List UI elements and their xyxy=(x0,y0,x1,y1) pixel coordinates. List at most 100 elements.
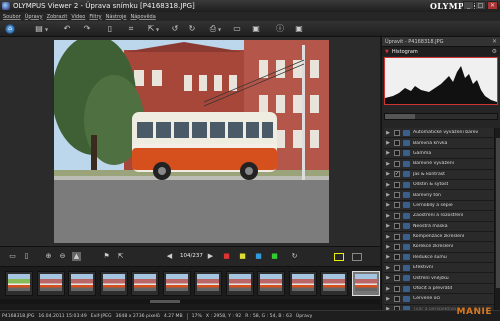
tools-scrollbar[interactable] xyxy=(494,128,500,310)
filmstrip-thumbnail[interactable] xyxy=(68,271,96,296)
filmstrip-thumbnail[interactable] xyxy=(36,271,65,296)
tool-checkbox[interactable]: ✓ xyxy=(394,171,400,178)
tool-row[interactable]: ▶ Otočit a převrátit xyxy=(384,283,494,295)
prev-image-button[interactable]: ◀ xyxy=(165,252,174,261)
histogram-header[interactable]: ▼ Histogram ⚙ xyxy=(382,47,500,56)
filmstrip-thumbnail[interactable] xyxy=(99,271,128,296)
filmstrip-thumbnail[interactable] xyxy=(162,271,191,296)
expand-icon[interactable]: ▶ xyxy=(384,254,392,260)
maximize-button[interactable]: □ xyxy=(475,1,486,10)
blue-label-icon[interactable]: ■ xyxy=(254,252,263,261)
filmstrip-scrollbar[interactable] xyxy=(0,299,380,304)
expand-icon[interactable]: ▶ xyxy=(384,244,392,250)
transform-icon[interactable]: ⇱ xyxy=(146,24,156,34)
undo-icon[interactable]: ↶ xyxy=(62,24,72,34)
expand-icon[interactable]: ▶ xyxy=(384,150,392,156)
menu-tools[interactable]: Nástroje xyxy=(106,14,127,20)
tool-row[interactable]: ▶ ✓ Jas & kontrast xyxy=(384,169,494,180)
expand-icon[interactable]: ▶ xyxy=(384,286,392,292)
print-icon[interactable]: ⎙ xyxy=(208,24,218,34)
tool-checkbox[interactable] xyxy=(394,295,400,302)
expand-icon[interactable]: ▶ xyxy=(384,161,392,167)
expand-icon[interactable]: ▶ xyxy=(384,140,392,146)
flag-icon[interactable]: ⚑ xyxy=(102,252,111,261)
tool-checkbox[interactable] xyxy=(394,223,400,230)
transform-dropdown-icon[interactable]: ▼ xyxy=(156,27,159,32)
tool-checkbox[interactable] xyxy=(394,181,400,188)
panel-close-icon[interactable]: ✕ xyxy=(492,38,497,45)
tool-row[interactable]: ▶ Černobílý a sépie xyxy=(384,200,494,212)
tool-row[interactable]: ▶ Korekce zkreslení xyxy=(384,242,494,253)
tool-checkbox[interactable] xyxy=(394,192,400,199)
tool-checkbox[interactable] xyxy=(394,285,400,292)
histogram-settings-icon[interactable]: ⚙ xyxy=(492,48,497,55)
filmstrip-thumbnail[interactable] xyxy=(257,271,285,296)
tool-checkbox[interactable] xyxy=(394,264,400,271)
filmstrip-thumbnail[interactable] xyxy=(288,271,317,296)
tool-checkbox[interactable] xyxy=(394,150,400,157)
menu-help[interactable]: Nápověda xyxy=(130,14,155,20)
filmstrip-thumbnail[interactable] xyxy=(194,271,222,296)
green-label-icon[interactable]: ■ xyxy=(270,252,279,261)
tool-row[interactable]: ▶ Gamma xyxy=(384,148,494,160)
page-icon[interactable]: ▯ xyxy=(105,24,115,34)
tool-row[interactable]: ▶ Zaostření a rozostření xyxy=(384,211,494,222)
expand-icon[interactable]: ▶ xyxy=(384,223,392,229)
menu-edit[interactable]: Úpravy xyxy=(25,14,43,20)
expand-icon[interactable]: ▶ xyxy=(384,202,392,208)
tool-checkbox[interactable] xyxy=(394,202,400,209)
red-label-icon[interactable]: ■ xyxy=(222,252,231,261)
tool-row[interactable]: ▶ Barevný tón xyxy=(384,190,494,201)
expand-icon[interactable]: ▶ xyxy=(384,234,392,240)
panel-divider[interactable] xyxy=(384,113,498,120)
filmstrip-thumbnail[interactable] xyxy=(351,271,380,296)
tool-row[interactable]: ▶ Červené oči xyxy=(384,294,494,305)
expand-icon[interactable]: ▶ xyxy=(384,192,392,198)
tool-row[interactable]: ▶ Automatické vyvážení barev xyxy=(384,128,494,139)
tool-row[interactable]: ▶ Odstín & sytost xyxy=(384,179,494,191)
menu-filters[interactable]: Filtry xyxy=(89,14,101,20)
filmstrip-thumbnail[interactable] xyxy=(131,271,159,296)
minimize-button[interactable]: _ xyxy=(463,1,474,10)
menu-view[interactable]: Zobrazit xyxy=(47,14,68,20)
single-view-icon[interactable] xyxy=(334,253,344,261)
tool-checkbox[interactable] xyxy=(394,275,400,282)
rotate-icon[interactable]: ↻ xyxy=(290,252,299,261)
tool-row[interactable]: ▶ Barevné vyvážení xyxy=(384,159,494,170)
export-icon[interactable]: ⇱ xyxy=(116,252,125,261)
compare-view-icon[interactable]: ▯ xyxy=(22,252,31,261)
info-icon[interactable]: ⓘ xyxy=(275,24,285,34)
print-dropdown-icon[interactable]: ▼ xyxy=(218,27,221,32)
tool-row[interactable]: ▶ Ostření vnějšku xyxy=(384,273,494,284)
tool-row[interactable]: ▶ Redukce šumu xyxy=(384,252,494,264)
save-icon[interactable]: ▤ xyxy=(34,24,44,34)
tool-row[interactable]: ▶ Neostrá maska xyxy=(384,221,494,232)
tool-checkbox[interactable] xyxy=(394,254,400,261)
expand-icon[interactable]: ▶ xyxy=(384,275,392,281)
multi-view-icon[interactable] xyxy=(352,253,362,261)
tool-row[interactable]: ▶ Barevná křivka xyxy=(384,138,494,149)
rotate-right-icon[interactable]: ↻ xyxy=(187,24,197,34)
zoom-out-icon[interactable]: ⊖ xyxy=(58,252,67,261)
expand-icon[interactable]: ▶ xyxy=(384,171,392,177)
menu-file[interactable]: Soubor xyxy=(3,14,21,20)
expand-icon[interactable]: ▶ xyxy=(384,213,392,219)
close-button[interactable]: ✕ xyxy=(487,1,498,10)
tool-checkbox[interactable] xyxy=(394,243,400,250)
tool-checkbox[interactable] xyxy=(394,233,400,240)
tool-row[interactable]: ▶ Kompenzace zkreslení xyxy=(384,231,494,243)
filmstrip-thumbnail[interactable] xyxy=(320,271,348,296)
fit-view-icon[interactable]: ▲ xyxy=(72,252,81,261)
redo-icon[interactable]: ↷ xyxy=(82,24,92,34)
expand-icon[interactable]: ▶ xyxy=(384,182,392,188)
tool-checkbox[interactable] xyxy=(394,160,400,167)
yellow-label-icon[interactable]: ■ xyxy=(238,252,247,261)
expand-icon[interactable]: ▶ xyxy=(384,130,392,136)
tool-checkbox[interactable] xyxy=(394,212,400,219)
expand-icon[interactable]: ▶ xyxy=(384,296,392,302)
layout-icon[interactable]: ▭ xyxy=(232,24,242,34)
crop-icon[interactable]: ⌗ xyxy=(126,24,136,34)
expand-icon[interactable]: ▶ xyxy=(384,265,392,271)
zoom-in-icon[interactable]: ⊕ xyxy=(44,252,53,261)
compare-icon[interactable]: ▣ xyxy=(251,24,261,34)
